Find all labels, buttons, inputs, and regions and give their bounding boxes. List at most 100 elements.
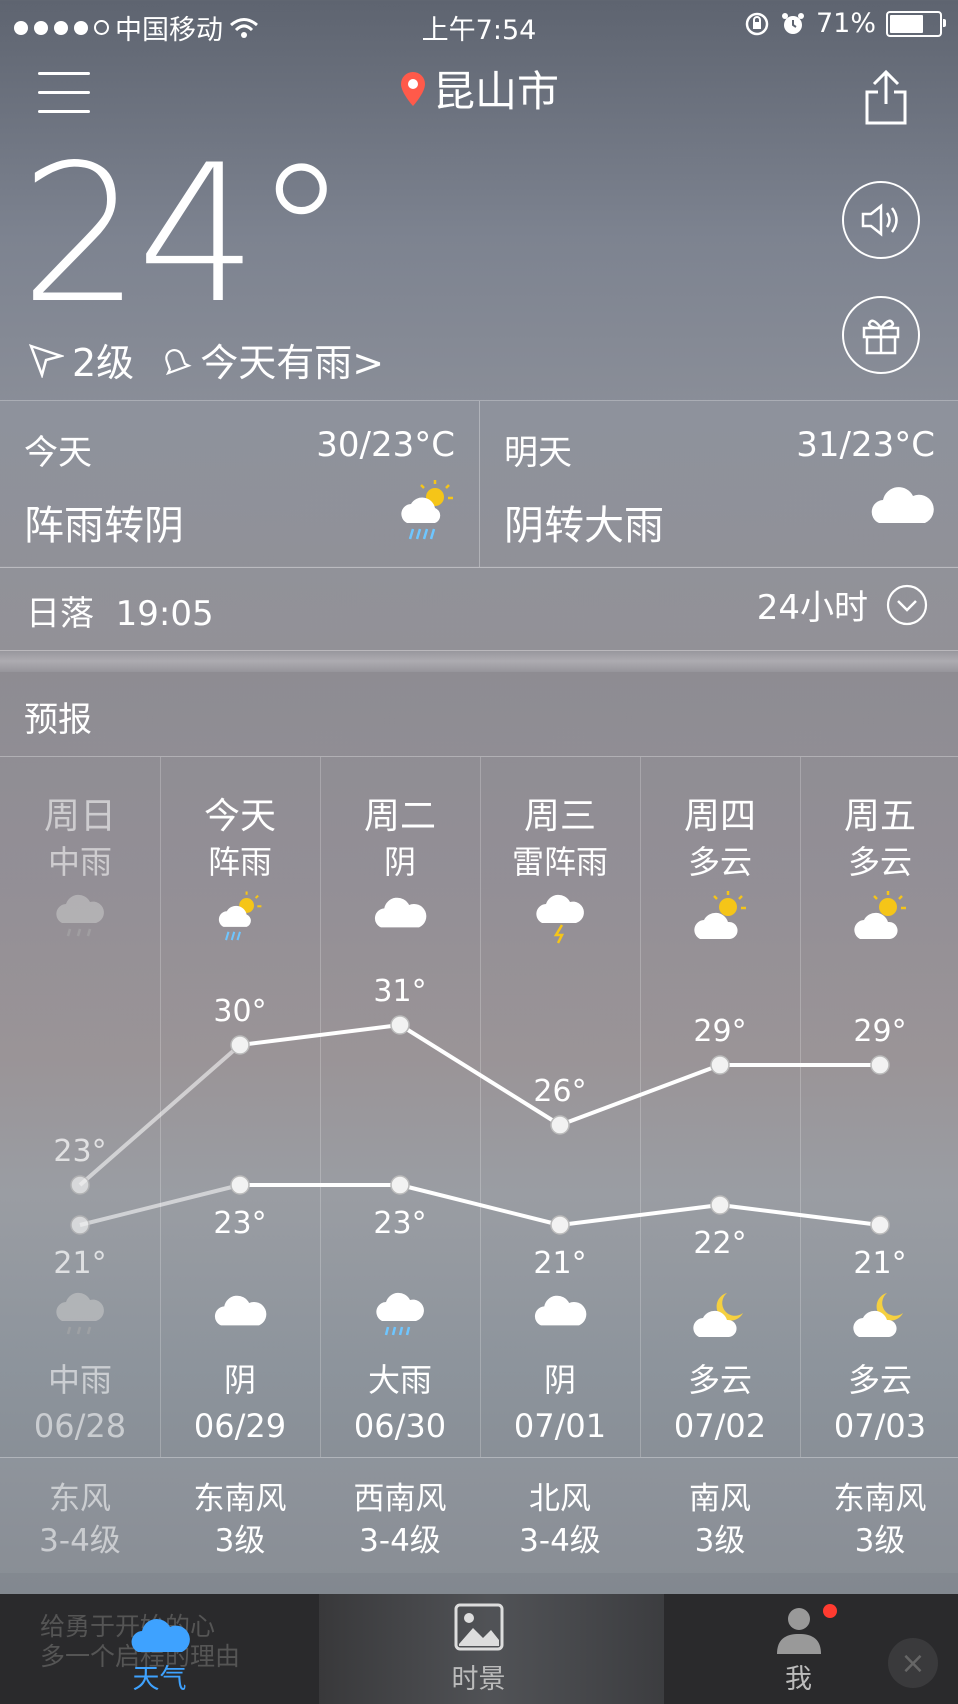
wind-direction: 东南风 [833, 1481, 927, 1517]
rain-icon [0, 1287, 160, 1341]
tab-label: 天气 [132, 1664, 187, 1695]
temp-label: 29° [853, 1014, 906, 1049]
temp-point [70, 1215, 90, 1235]
close-ad-button[interactable]: × [888, 1638, 938, 1688]
current-temperature: 24° [20, 124, 349, 345]
wind-cell: 东风 3-4级 [0, 1478, 160, 1562]
wind-direction: 东风 [49, 1481, 111, 1517]
wind-direction: 东南风 [193, 1481, 287, 1517]
temp-point [390, 1015, 410, 1035]
night-desc: 多云 [847, 1361, 912, 1399]
date: 07/03 [833, 1407, 927, 1445]
sunset-label: 日落 [26, 594, 94, 634]
tab-weather[interactable]: 天气 [0, 1594, 319, 1704]
today-desc: 阵雨转阴 [24, 503, 184, 549]
sunset-row: 日落 19:05 24小时 [0, 566, 958, 651]
tomorrow-label: 明天 [504, 433, 572, 473]
tab-bar: 给勇于开始的心 多一个启程的理由 天气 时景 我 × [0, 1594, 958, 1704]
low-temp-segment [559, 1203, 721, 1227]
battery-percent: 71% [815, 8, 876, 39]
tab-scenery[interactable]: 时景 [319, 1594, 638, 1704]
night-desc: 中雨 [47, 1361, 112, 1399]
shower-sun-icon [397, 477, 457, 549]
tomorrow-desc: 阴转大雨 [504, 503, 664, 549]
wind-level: 3-4级 [359, 1523, 441, 1559]
status-right: 71% [744, 8, 946, 39]
cloud-icon [867, 477, 937, 531]
current-summary[interactable]: 2级 今天有雨> [28, 332, 384, 387]
temp-label: 23° [53, 1134, 106, 1169]
gift-icon [862, 319, 900, 355]
wind-direction: 西南风 [353, 1481, 447, 1517]
temperature-chart: 23° 21° 30° 23° 31° 23° 26° 21° 29° 22° 29° 21° [53, 974, 906, 1277]
date: 06/30 [353, 1407, 447, 1445]
temp-point [550, 1215, 570, 1235]
temp-point [390, 1175, 410, 1195]
temp-label: 21° [853, 1246, 906, 1277]
rotation-lock-icon [745, 12, 769, 35]
temp-point [70, 1175, 90, 1195]
wind-cell: 东南风 3级 [800, 1478, 958, 1562]
wind-row: 东风 3-4级 东南风 3级 西南风 3-4级 北风 3-4级 南风 3级 东南风 3级 [0, 1457, 958, 1573]
close-icon: × [900, 1645, 926, 1681]
date: 06/29 [193, 1407, 287, 1445]
share-button[interactable] [864, 68, 908, 130]
location-pin-icon [400, 71, 425, 106]
wind-level: 2级 [72, 341, 135, 385]
wind-level: 3-4级 [39, 1523, 121, 1559]
today-card[interactable]: 今天 30/23°C 阵雨转阴 [0, 401, 479, 567]
hourly-toggle[interactable]: 24小时 [757, 580, 928, 629]
temp-point [710, 1055, 730, 1075]
night-desc: 阴 [223, 1361, 256, 1399]
tomorrow-card[interactable]: 明天 31/23°C 阴转大雨 [479, 401, 958, 567]
temp-label: 31° [373, 974, 426, 1009]
date: 07/01 [513, 1407, 607, 1445]
temp-point [710, 1195, 730, 1215]
alarm-icon [781, 12, 804, 34]
cloud-icon [480, 1287, 640, 1329]
sunset-time: 19:05 [115, 594, 214, 634]
temp-point [230, 1175, 250, 1195]
wind-cell: 东南风 3级 [160, 1478, 320, 1562]
weather-alert-link[interactable]: 今天有雨> [200, 332, 384, 387]
temp-point [870, 1055, 890, 1075]
today-label: 今天 [24, 433, 92, 473]
cloud-icon [131, 1618, 190, 1652]
share-icon [865, 69, 907, 125]
city-selector[interactable]: 昆山市 [0, 58, 958, 119]
wind-cell: 南风 3级 [640, 1478, 800, 1562]
sunset-info: 日落 19:05 [26, 586, 214, 635]
wind-direction: 南风 [689, 1481, 751, 1517]
city-name: 昆山市 [432, 67, 559, 116]
night-desc: 多云 [687, 1361, 752, 1399]
person-icon [777, 1608, 821, 1654]
section-divider [0, 650, 958, 672]
night-desc: 阴 [543, 1361, 576, 1399]
temp-label: 23° [373, 1206, 426, 1241]
cloudy-night-icon [800, 1287, 958, 1341]
today-tomorrow-panel: 今天 30/23°C 阵雨转阴 明天 31/23°C 阴转大雨 [0, 400, 958, 568]
wind-level: 3级 [694, 1523, 746, 1559]
cloudy-night-icon [640, 1287, 800, 1341]
battery-icon [886, 10, 946, 37]
date: 07/02 [673, 1407, 767, 1445]
temp-label: 30° [213, 994, 266, 1029]
bell-icon [165, 348, 192, 375]
temp-point [870, 1215, 890, 1235]
status-bar: 中国移动 上午7:54 71% [0, 0, 958, 48]
hourly-label: 24小时 [756, 588, 868, 628]
chevron-down-icon [886, 584, 928, 625]
voice-broadcast-button[interactable] [842, 181, 920, 259]
temp-point [550, 1115, 570, 1135]
temp-label: 26° [533, 1074, 586, 1109]
low-temp-segment [719, 1203, 881, 1227]
wind-cell: 西南风 3-4级 [320, 1478, 480, 1562]
gift-button[interactable] [842, 296, 920, 374]
battery-level [890, 14, 923, 33]
temp-label: 23° [213, 1206, 266, 1241]
image-icon [454, 1603, 504, 1651]
cloud-icon [160, 1287, 320, 1329]
forecast-title: 预报 [24, 700, 92, 740]
wind-cell: 北风 3-4级 [480, 1478, 640, 1562]
wind-level: 3级 [854, 1523, 906, 1559]
